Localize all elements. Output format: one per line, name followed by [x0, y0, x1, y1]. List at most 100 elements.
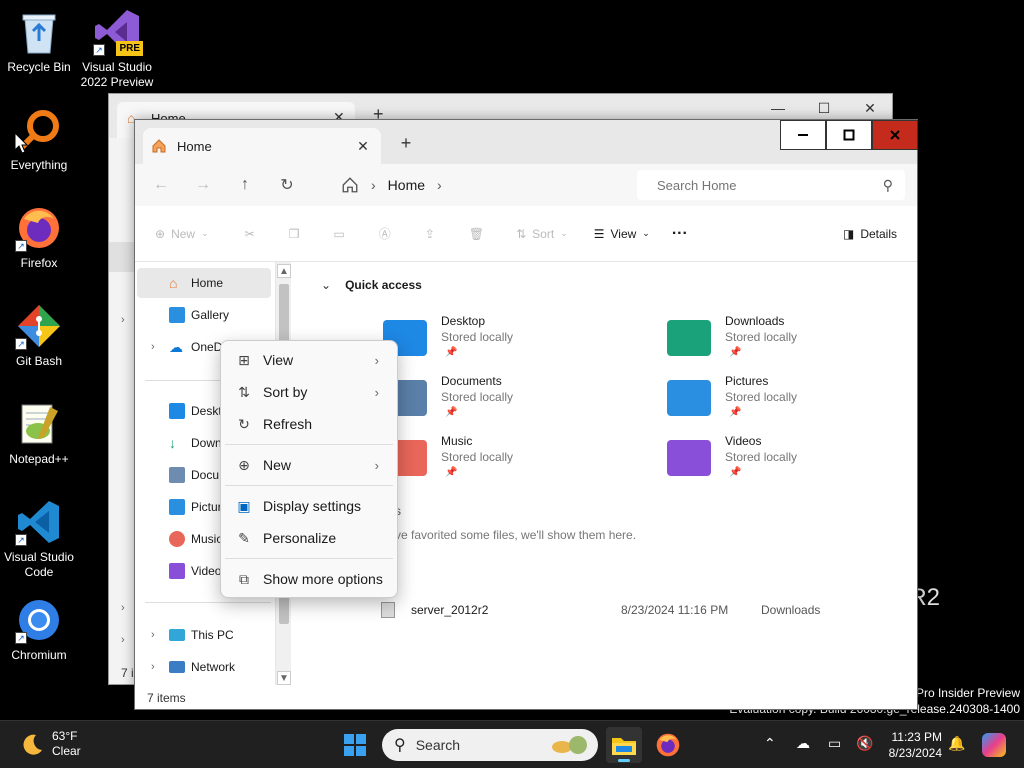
view-label: View — [610, 226, 637, 241]
file-date: 8/23/2024 11:16 PM — [621, 603, 729, 617]
tile-downloads[interactable]: Downloads Stored locally 📌 — [667, 314, 897, 370]
desktop-icon-recycle-bin[interactable]: Recycle Bin — [0, 8, 78, 75]
new-tab-button[interactable]: + — [395, 132, 417, 154]
sidebar-item-this-pc[interactable]: › This PC — [137, 620, 271, 650]
taskbar-file-explorer[interactable] — [606, 727, 642, 763]
close-button[interactable]: ✕ — [847, 94, 893, 122]
copy-button[interactable]: ❐ — [289, 218, 300, 250]
paste-button[interactable]: ▭ — [333, 218, 344, 250]
address-bar[interactable]: › Home › — [341, 170, 631, 200]
back-arrow-icon[interactable]: ← — [145, 169, 177, 201]
refresh-icon[interactable]: ↻ — [271, 169, 303, 201]
favorites-empty-message: ve favorited some files, we'll show them… — [395, 528, 637, 542]
notification-bell-icon[interactable]: 🔔 — [948, 735, 965, 752]
chevron-up-icon[interactable]: ⌃ — [764, 735, 776, 752]
menu-item-refresh[interactable]: ↻ Refresh — [225, 409, 393, 439]
minimize-button[interactable]: — — [755, 94, 801, 122]
chevron-right-icon[interactable]: › — [371, 177, 376, 193]
desktop-icon-notepad-plus-plus[interactable]: Notepad++ — [0, 400, 78, 467]
chevron-up-icon[interactable]: ▲ — [277, 264, 291, 278]
share-button[interactable]: ⇪ — [425, 218, 435, 250]
table-row[interactable]: server_2012r2 8/23/2024 11:16 PM Downloa… — [381, 598, 877, 622]
new-button[interactable]: ⊕ New ⌄ — [155, 218, 209, 250]
download-arrow-icon: ↓ — [169, 435, 176, 451]
details-button[interactable]: ◨ Details — [843, 218, 897, 250]
forward-arrow-icon[interactable]: → — [187, 169, 219, 201]
tile-desktop[interactable]: Desktop Stored locally 📌 — [383, 314, 613, 370]
menu-item-show-more-options[interactable]: ⧉ Show more options — [225, 564, 393, 594]
desktop-icon-chromium[interactable]: ↗ Chromium — [0, 596, 78, 663]
search-icon: ⚲ — [882, 176, 893, 193]
tile-videos[interactable]: Videos Stored locally 📌 — [667, 434, 897, 490]
tab-home[interactable]: Home ✕ — [143, 128, 381, 164]
desktop-icon-everything[interactable]: Everything — [0, 106, 78, 173]
shortcut-arrow-icon: ↗ — [15, 240, 27, 252]
chevron-right-icon: › — [374, 384, 379, 400]
maximize-button[interactable]: ☐ — [801, 94, 847, 122]
chevron-down-icon[interactable]: ▼ — [277, 671, 291, 685]
close-button[interactable] — [872, 120, 918, 150]
chevron-right-icon[interactable]: › — [121, 602, 125, 614]
view-button[interactable]: ☰ View ⌄ — [594, 218, 650, 250]
menu-item-new[interactable]: ⊕ New › — [225, 450, 393, 480]
copilot-icon[interactable] — [982, 733, 1006, 757]
chevron-right-icon[interactable]: › — [151, 661, 155, 673]
up-arrow-icon[interactable]: ↑ — [229, 169, 261, 201]
desktop-icon-visual-studio[interactable]: PRE ↗ Visual Studio 2022 Preview — [78, 8, 156, 90]
sidebar-item-network[interactable]: › Network — [137, 652, 271, 682]
tile-name: Documents — [441, 374, 502, 388]
breadcrumb-home[interactable]: Home — [388, 177, 425, 193]
sort-label: Sort — [532, 226, 555, 241]
sidebar-item-label: Docu — [191, 468, 220, 482]
menu-item-sort-by[interactable]: ⇅ Sort by › — [225, 377, 393, 407]
tile-music[interactable]: Music Stored locally 📌 — [383, 434, 613, 490]
pin-icon: 📌 — [729, 467, 742, 478]
chevron-right-icon[interactable]: › — [437, 177, 442, 193]
chevron-right-icon[interactable]: › — [151, 629, 155, 641]
sort-button[interactable]: ⇅ Sort ⌄ — [516, 218, 568, 250]
search-box[interactable]: ⚲ — [637, 170, 905, 200]
desktop-icon-vscode[interactable]: ↗ Visual Studio Code — [0, 498, 78, 580]
network-disconnected-icon[interactable]: ☁ — [796, 735, 810, 752]
taskbar-search[interactable]: ⚲ Search — [382, 729, 598, 761]
display-icon[interactable]: ▭ — [828, 735, 841, 752]
start-button[interactable] — [340, 730, 370, 760]
volume-muted-icon[interactable]: 🔇 — [856, 735, 873, 752]
rename-button[interactable]: Ⓐ — [379, 218, 391, 250]
weather-widget[interactable]: 63°F Clear — [18, 729, 81, 759]
close-icon[interactable]: ✕ — [353, 136, 373, 156]
sidebar-item-label: Down — [191, 436, 222, 450]
more-options-button[interactable]: ··· — [672, 218, 688, 250]
windows-logo-icon — [344, 734, 354, 744]
menu-item-display-settings[interactable]: ▣ Display settings — [225, 491, 393, 521]
videos-folder-icon — [667, 440, 711, 476]
chevron-right-icon[interactable]: › — [121, 314, 125, 326]
sidebar-item-home[interactable]: ⌂ Home — [137, 268, 271, 298]
minimize-button[interactable] — [780, 120, 826, 150]
documents-icon — [169, 467, 185, 483]
shortcut-arrow-icon: ↗ — [15, 534, 27, 546]
maximize-button[interactable] — [826, 120, 872, 150]
cut-button[interactable]: ✂ — [245, 218, 255, 250]
expand-icon: ⧉ — [239, 570, 249, 587]
desktop-icon-git-bash[interactable]: ↗ Git Bash — [0, 302, 78, 369]
taskbar-firefox[interactable] — [650, 727, 686, 763]
tile-pictures[interactable]: Pictures Stored locally 📌 — [667, 374, 897, 430]
vscode-icon: ↗ — [15, 498, 63, 546]
sidebar-item-label: OneD — [191, 340, 223, 354]
sort-icon: ⇅ — [516, 226, 527, 241]
menu-item-personalize[interactable]: ✎ Personalize — [225, 523, 393, 553]
delete-button[interactable]: 🗑 — [469, 218, 484, 250]
search-input[interactable] — [657, 177, 883, 193]
computer-icon — [169, 629, 185, 641]
clock[interactable]: 11:23 PM 8/23/2024 — [880, 729, 942, 761]
quick-access-header[interactable]: ⌄ Quick access — [321, 278, 422, 292]
chevron-right-icon[interactable]: › — [121, 634, 125, 646]
menu-separator — [225, 558, 393, 559]
tile-documents[interactable]: Documents Stored locally 📌 — [383, 374, 613, 430]
desktop-icon-firefox[interactable]: ↗ Firefox — [0, 204, 78, 271]
menu-item-view[interactable]: ⊞ View › — [225, 345, 393, 375]
sidebar-item-gallery[interactable]: Gallery — [137, 300, 271, 330]
chevron-right-icon[interactable]: › — [151, 341, 155, 353]
menu-item-label: Refresh — [263, 416, 313, 432]
